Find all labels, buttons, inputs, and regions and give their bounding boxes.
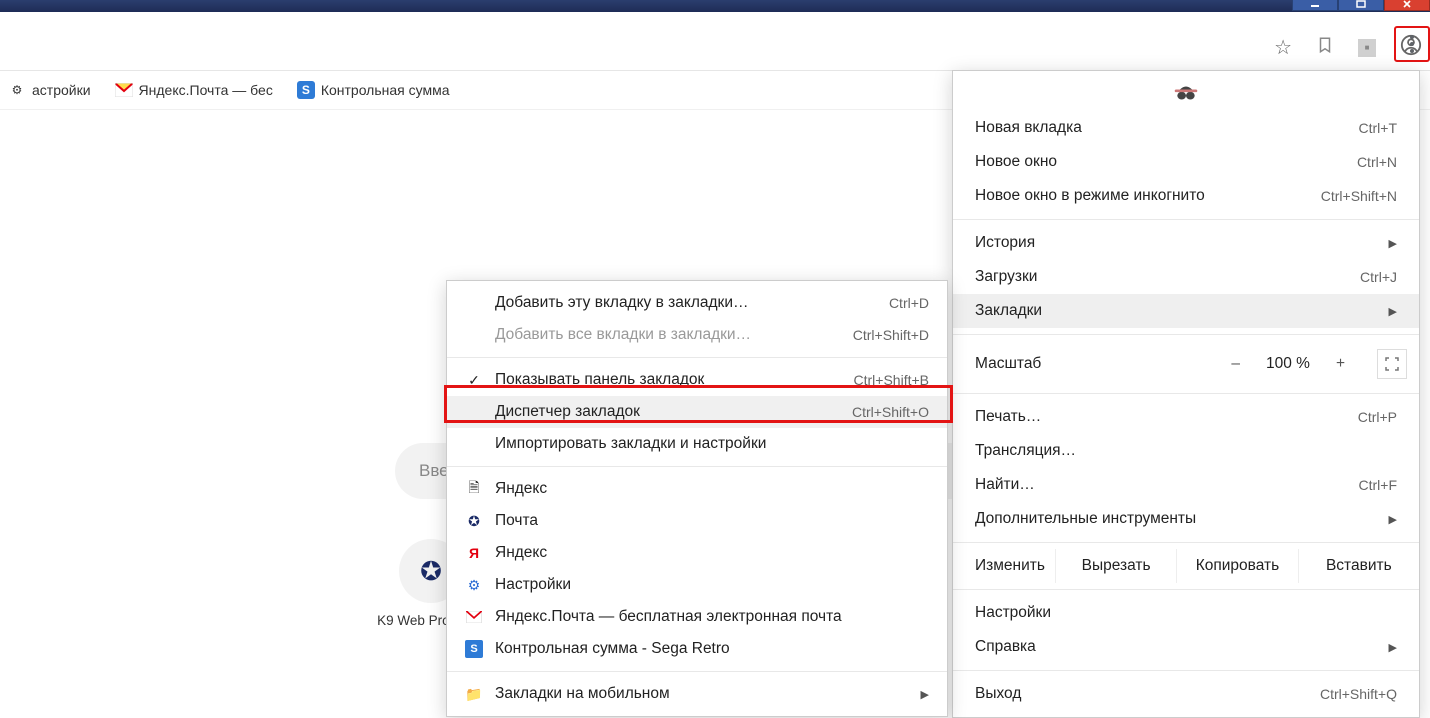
gear-icon: ⚙ — [465, 576, 483, 594]
menu-item-settings[interactable]: Настройки — [953, 596, 1419, 630]
submenu-bookmark-item[interactable]: 🗎Яндекс — [447, 473, 947, 505]
menu-item-new-window[interactable]: Новое окноCtrl+N — [953, 145, 1419, 179]
bookmark-item[interactable]: Яндекс.Почта — бес — [107, 77, 281, 103]
chrome-main-menu: Новая вкладкаCtrl+T Новое окноCtrl+N Нов… — [952, 70, 1420, 718]
zoom-value: 100 % — [1256, 355, 1320, 373]
shield-icon: ✪ — [420, 556, 442, 587]
edit-cut-button[interactable]: Вырезать — [1055, 549, 1176, 583]
zoom-in-button[interactable]: + — [1322, 351, 1359, 377]
submenu-bookmark-manager[interactable]: Диспетчер закладокCtrl+Shift+O — [447, 396, 947, 428]
submenu-add-this-tab[interactable]: Добавить эту вкладку в закладки…Ctrl+D — [447, 287, 947, 319]
window-minimize-button[interactable] — [1292, 0, 1338, 11]
menu-item-more-tools[interactable]: Дополнительные инструменты▶ — [953, 502, 1419, 536]
submenu-bookmark-item[interactable]: ЯЯндекс — [447, 537, 947, 569]
browser-toolbar: ☆ ■ — [0, 12, 1430, 71]
more-vertical-icon — [1410, 35, 1414, 53]
bookmark-label: Яндекс.Почта — бес — [139, 82, 273, 98]
menu-item-zoom: Масштаб – 100 % + — [953, 341, 1419, 387]
submenu-bookmark-item[interactable]: SКонтрольная сумма - Sega Retro — [447, 633, 947, 665]
folder-icon: 📁 — [465, 685, 483, 703]
menu-item-exit[interactable]: ВыходCtrl+Shift+Q — [953, 677, 1419, 711]
mail-icon — [115, 81, 133, 99]
bookmark-star-icon[interactable]: ☆ — [1274, 35, 1292, 60]
favicon: S — [465, 640, 483, 658]
bookmarks-submenu: Добавить эту вкладку в закладки…Ctrl+D Д… — [446, 280, 948, 717]
zoom-out-button[interactable]: – — [1217, 351, 1254, 377]
window-maximize-button[interactable] — [1338, 0, 1384, 11]
menu-item-incognito[interactable]: Новое окно в режиме инкогнитоCtrl+Shift+… — [953, 179, 1419, 213]
chevron-right-icon: ▶ — [921, 688, 929, 701]
chevron-right-icon: ▶ — [1389, 641, 1397, 654]
bookmark-label: Контрольная сумма — [321, 82, 450, 98]
submenu-show-bookmarks-bar[interactable]: ✓Показывать панель закладокCtrl+Shift+B — [447, 364, 947, 396]
submenu-mobile-bookmarks[interactable]: 📁Закладки на мобильном▶ — [447, 678, 947, 710]
chevron-right-icon: ▶ — [1389, 305, 1397, 318]
mail-icon — [465, 608, 483, 626]
submenu-bookmark-item[interactable]: ✪Почта — [447, 505, 947, 537]
extension-icon[interactable] — [1316, 36, 1334, 59]
menu-item-print[interactable]: Печать…Ctrl+P — [953, 400, 1419, 434]
chrome-menu-button[interactable] — [1394, 26, 1430, 62]
menu-item-downloads[interactable]: ЗагрузкиCtrl+J — [953, 260, 1419, 294]
submenu-bookmark-item[interactable]: ⚙Настройки — [447, 569, 947, 601]
check-icon: ✓ — [465, 371, 483, 389]
window-close-button[interactable] — [1384, 0, 1430, 11]
menu-item-edit: Изменить Вырезать Копировать Вставить — [953, 549, 1419, 583]
submenu-add-all-tabs: Добавить все вкладки в закладки…Ctrl+Shi… — [447, 319, 947, 351]
menu-item-history[interactable]: История▶ — [953, 226, 1419, 260]
submenu-import-bookmarks[interactable]: Импортировать закладки и настройки — [447, 428, 947, 460]
submenu-bookmark-item[interactable]: Яндекс.Почта — бесплатная электронная по… — [447, 601, 947, 633]
chevron-right-icon: ▶ — [1389, 237, 1397, 250]
menu-item-bookmarks[interactable]: Закладки▶ — [953, 294, 1419, 328]
menu-item-cast[interactable]: Трансляция… — [953, 434, 1419, 468]
gear-icon: ⚙ — [8, 81, 26, 99]
menu-item-find[interactable]: Найти…Ctrl+F — [953, 468, 1419, 502]
window-title-bar — [0, 0, 1430, 12]
menu-item-new-tab[interactable]: Новая вкладкаCtrl+T — [953, 111, 1419, 145]
bookmark-label: астройки — [32, 82, 91, 98]
extension-button[interactable]: ■ — [1358, 39, 1376, 57]
edit-paste-button[interactable]: Вставить — [1298, 549, 1419, 583]
yandex-icon: Я — [465, 544, 483, 562]
bookmark-item[interactable]: S Контрольная сумма — [289, 77, 458, 103]
chevron-right-icon: ▶ — [1389, 513, 1397, 526]
favicon: S — [297, 81, 315, 99]
menu-item-help[interactable]: Справка▶ — [953, 630, 1419, 664]
edit-copy-button[interactable]: Копировать — [1176, 549, 1297, 583]
incognito-indicator-icon — [953, 77, 1419, 111]
bookmark-item[interactable]: ⚙ астройки — [0, 77, 99, 103]
gear-icon: ✪ — [465, 512, 483, 530]
page-icon: 🗎 — [465, 480, 483, 498]
fullscreen-button[interactable] — [1377, 349, 1407, 379]
